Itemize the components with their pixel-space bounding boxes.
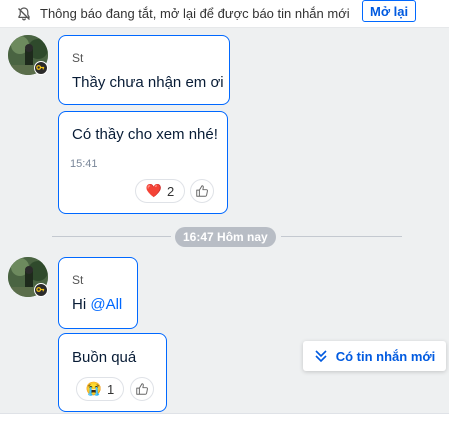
message-bubble[interactable]: St Hi @All — [58, 257, 138, 329]
message-list[interactable]: St Thầy chưa nhận em ơi Có thầy cho xem … — [0, 28, 449, 414]
message-bubble[interactable]: Buồn quá 😭 1 — [58, 333, 167, 412]
sender-name: St — [72, 273, 84, 287]
thumbs-up-icon — [136, 383, 148, 395]
reaction-summary[interactable]: 😭 1 — [76, 377, 124, 401]
reaction-summary[interactable]: ❤️ 2 — [135, 179, 185, 203]
message-text-prefix: Hi — [72, 296, 91, 313]
crying-face-icon: 😭 — [85, 381, 102, 396]
divider-line-left — [52, 236, 171, 237]
chat-window: Thông báo đang tắt, mở lại để được báo t… — [0, 0, 449, 422]
divider-line-right — [281, 236, 402, 237]
new-messages-button[interactable]: Có tin nhắn mới — [303, 341, 446, 371]
like-button[interactable] — [190, 179, 214, 203]
like-button[interactable] — [130, 377, 154, 401]
composer-edge — [0, 413, 449, 422]
thumbs-up-icon — [196, 185, 208, 197]
heart-icon: ❤️ — [145, 183, 162, 198]
reaction-count: 1 — [106, 381, 115, 397]
message-text: Thầy chưa nhận em ơi — [72, 74, 224, 91]
reaction-count: 2 — [166, 183, 175, 199]
message-bubble[interactable]: St Thầy chưa nhận em ơi — [58, 35, 230, 105]
message-text: Hi @All — [72, 296, 122, 313]
sender-name: St — [72, 51, 84, 65]
key-icon — [34, 61, 48, 75]
message-text: Buồn quá — [72, 349, 137, 366]
notification-text: Thông báo đang tắt, mở lại để được báo t… — [40, 6, 350, 21]
message-bubble[interactable]: Có thầy cho xem nhé! 15:41 ❤️ 2 — [58, 111, 228, 214]
bell-off-icon — [18, 6, 30, 20]
double-chevron-down-icon — [315, 350, 327, 363]
date-divider: 16:47 Hôm nay — [175, 227, 276, 247]
message-time: 15:41 — [70, 158, 98, 170]
reopen-notifications-button[interactable]: Mở lại — [362, 0, 417, 22]
message-text: Có thầy cho xem nhé! — [72, 126, 218, 143]
key-icon — [34, 283, 48, 297]
mention-all[interactable]: @All — [90, 296, 122, 313]
new-messages-label: Có tin nhắn mới — [335, 348, 436, 364]
